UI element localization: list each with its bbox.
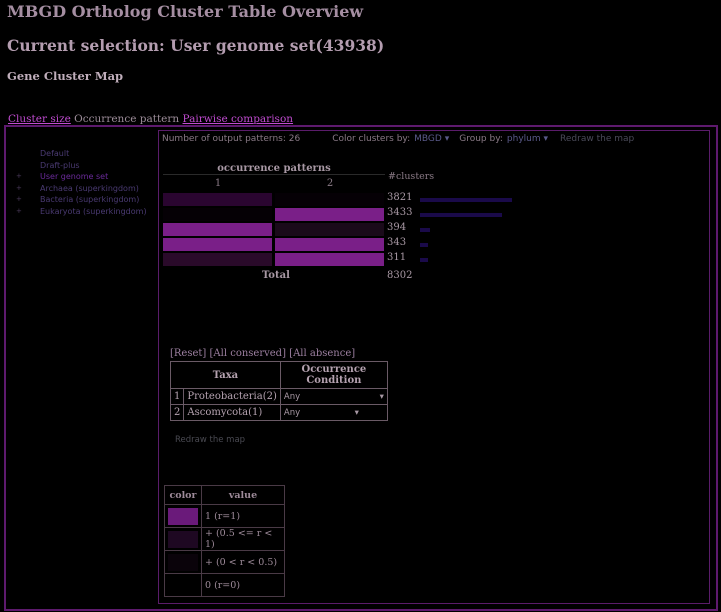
pattern-cell-1[interactable] xyxy=(163,253,272,266)
expand-bullet-icon: + xyxy=(16,206,22,215)
view-tabs: Cluster size Occurrence pattern Pairwise… xyxy=(8,113,293,125)
chevron-down-icon: ▾ xyxy=(444,134,450,144)
cluster-count: 394 xyxy=(387,222,407,233)
genome-set-sidebar: Default Draft-plus + User genome set + Arc… xyxy=(16,148,147,217)
taxon-name: Ascomycota(1) xyxy=(183,404,281,421)
all-conserved-link[interactable]: [All conserved] xyxy=(210,348,286,359)
total-label: Total xyxy=(262,270,290,281)
selection-heading: Current selection: User genome set(43938… xyxy=(7,36,385,55)
cluster-count-bar xyxy=(420,213,502,217)
total-count: 8302 xyxy=(387,270,413,281)
sidebar-item-eukaryota[interactable]: + Eukaryota (superkingdom) xyxy=(16,206,147,218)
pattern-cell-2[interactable] xyxy=(275,193,384,206)
all-absence-link[interactable]: [All absence] xyxy=(289,348,355,359)
clusters-column-header: #clusters xyxy=(388,171,435,182)
row-index: 1 xyxy=(169,388,185,405)
column-label-2: 2 xyxy=(326,178,334,189)
color-by-label: Color clusters by: xyxy=(332,134,411,144)
chevron-down-icon: ▾ xyxy=(379,391,384,402)
legend-swatch xyxy=(168,530,198,548)
taxa-header: Taxa xyxy=(170,361,281,389)
row-index: 2 xyxy=(169,404,185,421)
table-row: 2 Ascomycota(1) Any ▾ xyxy=(169,404,388,421)
legend-value: 0 (r=0) xyxy=(201,573,285,597)
expand-bullet-icon: + xyxy=(16,195,22,203)
color-legend-table: color value 1 (r=1) + (0.5 <= r < 1) + (… xyxy=(164,485,285,597)
tab-occurrence-pattern: Occurrence pattern xyxy=(74,113,180,125)
section-heading: Gene Cluster Map xyxy=(7,69,124,83)
pattern-cell-2[interactable] xyxy=(275,253,384,266)
group-by-select[interactable]: phylum ▾ xyxy=(507,134,548,144)
legend-swatch xyxy=(168,507,198,525)
cluster-count: 343 xyxy=(387,237,407,248)
pattern-cell-2[interactable] xyxy=(275,208,384,221)
cluster-count-bar xyxy=(420,198,512,202)
group-by-label: Group by: xyxy=(459,134,503,144)
expand-bullet-icon: + xyxy=(16,183,22,192)
pattern-cell-1[interactable] xyxy=(163,223,272,236)
condition-select[interactable]: Any ▾ xyxy=(284,392,384,402)
pattern-cell-1[interactable] xyxy=(163,193,272,206)
output-patterns-count: Number of output patterns: 26 xyxy=(162,134,301,144)
legend-value: + (0.5 <= r < 1) xyxy=(201,527,285,551)
legend-row: + (0.5 <= r < 1) xyxy=(164,527,285,551)
legend-value-header: value xyxy=(201,485,285,505)
sidebar-item-label: Archaea (superkingdom) xyxy=(40,183,139,193)
tab-pairwise-comparison[interactable]: Pairwise comparison xyxy=(183,113,294,125)
sidebar-item-label: Default xyxy=(40,149,70,158)
condition-links: [Reset] [All conserved] [All absence] xyxy=(170,348,355,359)
redraw-map-button-2[interactable]: Redraw the map xyxy=(175,435,245,445)
sidebar-item-label: Eukaryota (superkingdom) xyxy=(40,206,147,216)
legend-row: + (0 < r < 0.5) xyxy=(164,550,285,574)
cluster-count-bar xyxy=(420,243,428,247)
pattern-cell-2[interactable] xyxy=(275,238,384,251)
redraw-map-button[interactable]: Redraw the map xyxy=(560,134,634,144)
legend-value: + (0 < r < 0.5) xyxy=(201,550,285,574)
sidebar-item-archaea[interactable]: + Archaea (superkingdom) xyxy=(16,183,147,195)
chevron-down-icon: ▾ xyxy=(543,134,549,144)
sidebar-item-label: User genome set xyxy=(40,172,109,181)
sidebar-item-label: Bacteria (superkingdom) xyxy=(40,195,140,204)
cluster-count: 3433 xyxy=(387,207,413,218)
pattern-cell-2[interactable] xyxy=(275,223,384,236)
column-label-1: 1 xyxy=(214,178,222,189)
legend-row: 1 (r=1) xyxy=(164,504,285,528)
page-title: MBGD Ortholog Cluster Table Overview xyxy=(7,2,364,21)
legend-swatch xyxy=(168,576,198,594)
sidebar-item-default[interactable]: Default xyxy=(16,148,147,160)
reset-link[interactable]: [Reset] xyxy=(170,348,206,359)
occurrence-condition-table: Taxa Occurrence Condition 1 Proteobacter… xyxy=(169,361,388,421)
cluster-count: 3821 xyxy=(387,192,413,203)
sidebar-item-user-genome-set[interactable]: + User genome set xyxy=(16,171,147,183)
sidebar-item-label: Draft-plus xyxy=(40,160,80,170)
legend-value: 1 (r=1) xyxy=(201,504,285,528)
occurrence-patterns-header: occurrence patterns xyxy=(163,163,385,175)
color-by-select[interactable]: MBGD ▾ xyxy=(414,134,449,144)
cluster-count: 311 xyxy=(387,252,407,263)
cluster-count-bar xyxy=(420,228,430,232)
tab-cluster-size[interactable]: Cluster size xyxy=(8,113,71,125)
cluster-count-bar xyxy=(420,258,428,262)
sidebar-item-bacteria[interactable]: + Bacteria (superkingdom) xyxy=(16,194,147,206)
expand-bullet-icon: + xyxy=(16,172,22,180)
occurrence-condition-header: Occurrence Condition xyxy=(279,361,388,389)
sidebar-item-draft-plus[interactable]: Draft-plus xyxy=(16,160,147,172)
table-row: 1 Proteobacteria(2) Any ▾ xyxy=(169,388,388,405)
legend-color-header: color xyxy=(164,485,202,505)
legend-row: 0 (r=0) xyxy=(164,573,285,597)
map-toolbar: Number of output patterns: 26 Color clus… xyxy=(162,134,634,144)
pattern-cell-1[interactable] xyxy=(163,208,272,221)
pattern-cell-1[interactable] xyxy=(163,238,272,251)
taxon-name: Proteobacteria(2) xyxy=(183,388,281,405)
legend-swatch xyxy=(168,553,198,571)
condition-select[interactable]: Any ▾ xyxy=(284,408,359,418)
chevron-down-icon: ▾ xyxy=(354,407,359,418)
